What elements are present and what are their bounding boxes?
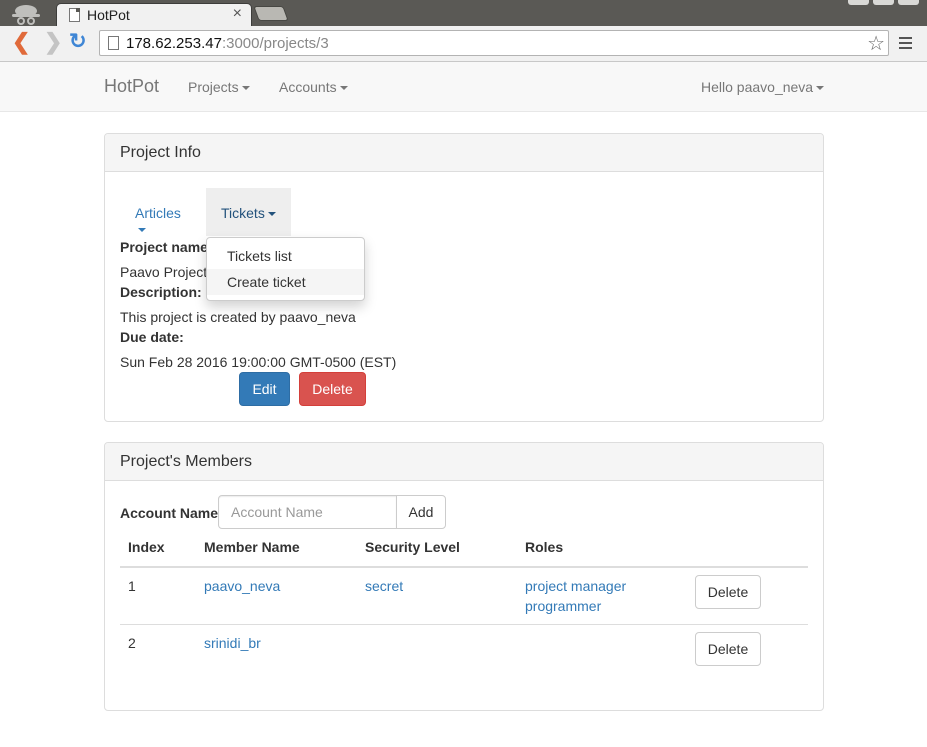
caret-down-icon (241, 86, 250, 91)
tab-tickets[interactable]: Tickets (206, 188, 291, 236)
column-header-roles: Roles (525, 539, 564, 555)
row-divider (120, 624, 808, 625)
projects-dropdown[interactable]: Projects (188, 79, 250, 95)
description-value: This project is created by paavo_neva (120, 309, 356, 325)
address-bar[interactable]: 178.62.253.47:3000/projects/3 ☆ (99, 30, 889, 56)
row-index: 2 (128, 635, 136, 651)
panel-title: Project's Members (105, 443, 823, 481)
caret-down-icon (339, 86, 348, 91)
new-tab-button[interactable] (253, 6, 289, 21)
reload-icon[interactable]: ↻ (69, 31, 87, 53)
browser-tab[interactable]: HotPot × (56, 3, 252, 26)
panel-title: Project Info (105, 134, 823, 172)
back-arrow-icon[interactable]: ❮ (12, 31, 30, 53)
forward-arrow-icon[interactable]: ❯ (44, 31, 62, 53)
incognito-icon (12, 5, 40, 25)
user-dropdown[interactable]: Hello paavo_neva (701, 79, 825, 95)
account-name-input[interactable] (218, 495, 397, 529)
tickets-dropdown-menu: Tickets list Create ticket (206, 237, 365, 301)
caret-down-icon (138, 228, 146, 233)
security-level-link[interactable]: secret (365, 578, 403, 594)
menu-item-create-ticket[interactable]: Create ticket (207, 269, 364, 295)
browser-toolbar: ❮ ❯ ↻ 178.62.253.47:3000/projects/3 ☆ (0, 26, 927, 62)
hamburger-menu-icon[interactable] (899, 37, 912, 49)
accounts-dropdown[interactable]: Accounts (279, 79, 348, 95)
page-icon (69, 8, 80, 22)
role-link[interactable]: project manager (525, 578, 626, 594)
maximize-button[interactable] (873, 0, 894, 5)
browser-tabstrip: HotPot × (0, 0, 927, 26)
member-name-link[interactable]: srinidi_br (204, 635, 261, 651)
tab-articles[interactable]: Articles (120, 188, 206, 236)
brand-link[interactable]: HotPot (104, 76, 159, 97)
column-header-member-name: Member Name (204, 539, 300, 555)
column-header-security-level: Security Level (365, 539, 460, 555)
project-name-label: Project name (120, 239, 208, 255)
delete-member-button[interactable]: Delete (695, 632, 761, 666)
account-name-label: Account Name (120, 505, 219, 521)
caret-down-icon (816, 86, 825, 91)
due-date-label: Due date: (120, 329, 184, 345)
column-header-index: Index (128, 539, 165, 555)
tab-title: HotPot (87, 7, 130, 23)
menu-item-tickets-list[interactable]: Tickets list (207, 243, 364, 269)
table-header-divider (120, 566, 808, 568)
close-icon[interactable]: × (233, 5, 242, 23)
bookmark-star-icon[interactable]: ☆ (867, 31, 885, 56)
role-link[interactable]: programmer (525, 598, 601, 614)
page-icon (108, 36, 119, 50)
due-date-value: Sun Feb 28 2016 19:00:00 GMT-0500 (EST) (120, 354, 397, 370)
window-close-button[interactable] (898, 0, 919, 5)
caret-down-icon (267, 212, 276, 217)
minimize-button[interactable] (848, 0, 869, 5)
member-name-link[interactable]: paavo_neva (204, 578, 280, 594)
project-name-value: Paavo Project (120, 264, 208, 280)
url-text: 178.62.253.47:3000/projects/3 (126, 35, 329, 52)
delete-member-button[interactable]: Delete (695, 575, 761, 609)
row-index: 1 (128, 578, 136, 594)
edit-button[interactable]: Edit (239, 372, 290, 406)
app-navbar: HotPot Projects Accounts Hello paavo_nev… (0, 62, 927, 112)
project-info-panel: Project Info Articles Tickets Tickets li… (104, 133, 824, 422)
add-member-button[interactable]: Add (396, 495, 446, 529)
description-label: Description: (120, 284, 202, 300)
project-members-panel: Project's Members Account Name Add Index… (104, 442, 824, 711)
delete-project-button[interactable]: Delete (299, 372, 366, 406)
